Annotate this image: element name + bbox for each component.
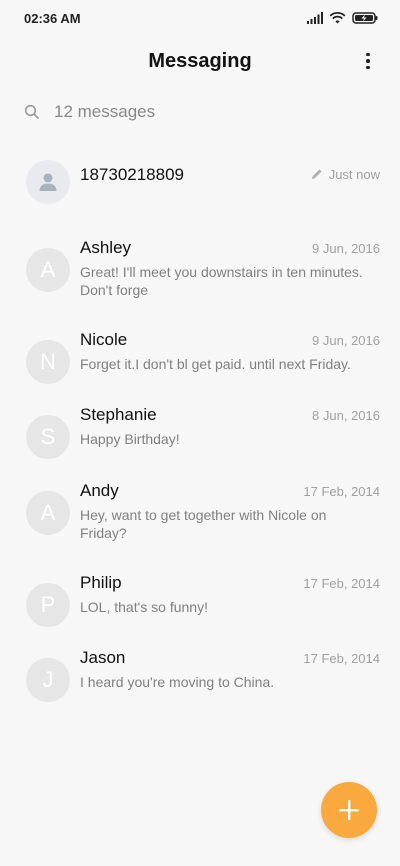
avatar: P: [26, 583, 70, 627]
wifi-icon: [329, 12, 346, 24]
message-date: 9 Jun, 2016: [312, 333, 380, 348]
message-date: 8 Jun, 2016: [312, 408, 380, 423]
message-date: 17 Feb, 2014: [303, 576, 380, 591]
conversation-item[interactable]: N Nicole 9 Jun, 2016 Forget it.I don't b…: [0, 330, 400, 405]
conversation-item[interactable]: J Jason 17 Feb, 2014 I heard you're movi…: [0, 648, 400, 723]
avatar: A: [26, 491, 70, 535]
person-icon: [39, 173, 57, 191]
message-snippet: Forget it.I don't bl get paid. until nex…: [80, 356, 351, 372]
message-snippet: Great! I'll meet you downstairs in ten m…: [80, 264, 363, 298]
message-snippet: Happy Birthday!: [80, 431, 180, 447]
conversation-list: 18730218809 Just now A Ashley 9 Jun, 201…: [0, 150, 400, 723]
search-bar[interactable]: [0, 86, 400, 138]
message-date: Just now: [311, 167, 380, 182]
avatar: [26, 160, 70, 204]
contact-name: Nicole: [80, 330, 128, 349]
contact-name: Stephanie: [80, 405, 157, 424]
avatar: N: [26, 340, 70, 384]
pencil-icon: [311, 169, 322, 179]
avatar: S: [26, 415, 70, 459]
more-vert-icon[interactable]: [356, 48, 380, 74]
conversation-item[interactable]: P Philip 17 Feb, 2014 LOL, that's so fun…: [0, 573, 400, 648]
signal-icon: [307, 12, 323, 24]
conversation-item[interactable]: A Ashley 9 Jun, 2016 Great! I'll meet yo…: [0, 238, 400, 330]
search-input[interactable]: [54, 102, 354, 122]
message-date: 17 Feb, 2014: [303, 484, 380, 499]
status-icons: [307, 12, 378, 24]
contact-name: Andy: [80, 481, 119, 500]
conversation-item[interactable]: A Andy 17 Feb, 2014 Hey, want to get tog…: [0, 481, 400, 573]
message-date: 17 Feb, 2014: [303, 651, 380, 666]
plus-icon: [339, 800, 359, 820]
status-bar: 02:36 AM: [0, 0, 400, 36]
contact-name: Ashley: [80, 238, 132, 257]
message-date: 9 Jun, 2016: [312, 241, 380, 256]
avatar: A: [26, 248, 70, 292]
conversation-item[interactable]: S Stephanie 8 Jun, 2016 Happy Birthday!: [0, 405, 400, 481]
conversation-item[interactable]: 18730218809 Just now: [0, 150, 400, 220]
contact-name: Jason: [80, 648, 126, 667]
avatar: J: [26, 658, 70, 702]
contact-name: Philip: [80, 573, 122, 592]
app-bar: Messaging: [0, 36, 400, 86]
search-icon: [24, 104, 39, 119]
status-time: 02:36 AM: [24, 10, 81, 26]
page-title: Messaging: [148, 49, 252, 72]
battery-charging-icon: [352, 12, 378, 24]
message-snippet: I heard you're moving to China.: [80, 674, 275, 690]
new-message-button[interactable]: [321, 782, 377, 838]
message-snippet: Hey, want to get together with Nicole on…: [80, 507, 327, 541]
message-snippet: LOL, that's so funny!: [80, 599, 208, 615]
contact-name: 18730218809: [80, 165, 185, 184]
